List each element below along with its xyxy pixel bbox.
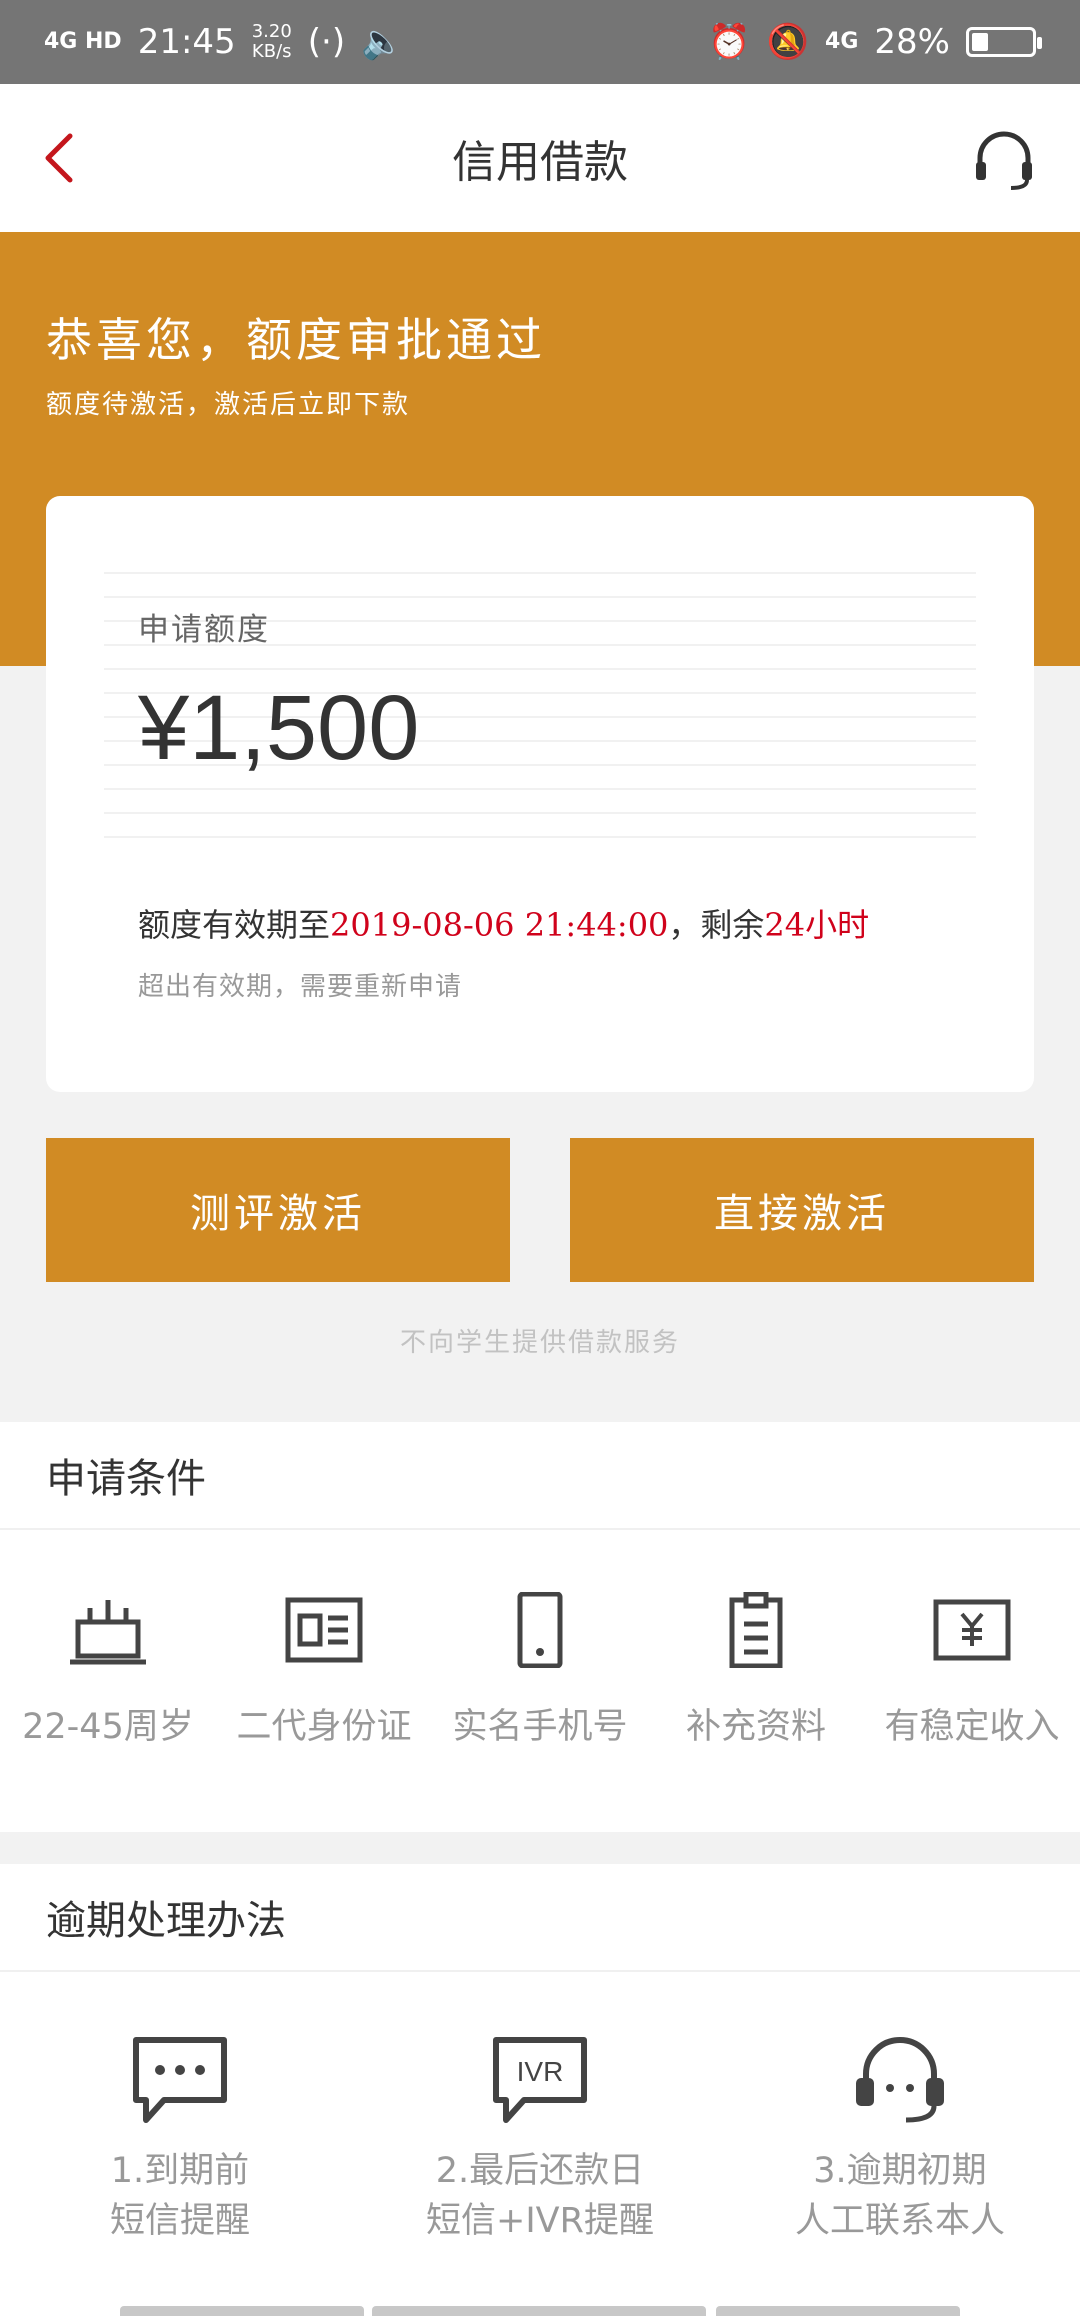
condition-item: 二代身份证 bbox=[216, 1592, 432, 1772]
bottom-tab-indicator bbox=[372, 2306, 706, 2316]
limit-amount: ¥1,500 bbox=[138, 677, 420, 779]
battery-percent: 28% bbox=[874, 22, 950, 62]
mute-icon: 🔈 bbox=[361, 22, 404, 62]
evaluate-activate-button[interactable]: 测评激活 bbox=[46, 1138, 510, 1282]
hotspot-icon: (·) bbox=[307, 22, 346, 62]
limit-label: 申请额度 bbox=[138, 612, 270, 648]
overdue-list: 1.到期前 短信提醒 IVR 2.最后还款日 短信+IVR提醒 3.逾期初期 人… bbox=[0, 2034, 1080, 2254]
conditions-section: 申请条件 22-45周岁 二代身份证 实名手机号 补充资料 有稳定收入 bbox=[0, 1422, 1080, 1832]
id-card-icon bbox=[285, 1597, 363, 1663]
approval-title: 恭喜您，额度审批通过 bbox=[46, 313, 546, 367]
condition-item: 补充资料 bbox=[648, 1592, 864, 1772]
conditions-list: 22-45周岁 二代身份证 实名手机号 补充资料 有稳定收入 bbox=[0, 1592, 1080, 1772]
condition-item: 实名手机号 bbox=[432, 1592, 648, 1772]
headset-icon bbox=[856, 2037, 944, 2123]
notification-off-icon: 🔕 bbox=[766, 22, 810, 62]
page-title: 信用借款 bbox=[452, 137, 628, 188]
cake-icon bbox=[70, 1600, 146, 1665]
conditions-title: 申请条件 bbox=[0, 1422, 1080, 1530]
headset-icon[interactable] bbox=[972, 128, 1036, 192]
chat-icon bbox=[133, 2037, 227, 2123]
overdue-item: 3.逾期初期 人工联系本人 bbox=[720, 2034, 1080, 2254]
bottom-tab-indicator bbox=[120, 2306, 364, 2316]
battery-icon bbox=[966, 27, 1042, 57]
overdue-item: IVR 2.最后还款日 短信+IVR提醒 bbox=[360, 2034, 720, 2254]
alarm-icon: ⏰ bbox=[708, 22, 751, 62]
student-disclaimer: 不向学生提供借款服务 bbox=[399, 1328, 680, 1358]
svg-text:IVR: IVR bbox=[517, 2056, 564, 2087]
credit-limit-card: 申请额度 ¥1,500 额度有效期至2019-08-06 21:44:00，剩余… bbox=[46, 496, 1034, 1092]
condition-item: 22-45周岁 bbox=[0, 1592, 216, 1772]
clipboard-icon bbox=[729, 1592, 783, 1668]
chevron-left-icon[interactable] bbox=[36, 126, 84, 190]
validity-note: 超出有效期，需要重新申请 bbox=[138, 972, 463, 1002]
approval-subtitle: 额度待激活，激活后立即下款 bbox=[46, 390, 411, 420]
validity-text: 额度有效期至2019-08-06 21:44:00，剩余24小时 bbox=[138, 906, 870, 944]
network-type: 4G bbox=[825, 29, 859, 54]
status-time: 21:45 bbox=[137, 22, 236, 62]
nav-bar: 信用借款 bbox=[0, 84, 1080, 232]
overdue-title: 逾期处理办法 bbox=[0, 1864, 1080, 1972]
overdue-item: 1.到期前 短信提醒 bbox=[0, 2034, 360, 2254]
income-icon bbox=[933, 1599, 1011, 1661]
ivr-icon: IVR bbox=[493, 2037, 587, 2123]
phone-icon bbox=[517, 1592, 563, 1668]
condition-item: 有稳定收入 bbox=[864, 1592, 1080, 1772]
validity-remaining: 24小时 bbox=[764, 906, 870, 944]
signal-indicator: 4G HD bbox=[44, 29, 122, 54]
bottom-tab-indicator bbox=[716, 2306, 960, 2316]
overdue-section: 逾期处理办法 1.到期前 短信提醒 IVR 2.最后还款日 短信+IVR提醒 3… bbox=[0, 1864, 1080, 2316]
status-bar: 4G HD 21:45 3.20 KB/s (·) 🔈 ⏰ 🔕 4G 28% bbox=[0, 0, 1080, 84]
validity-date: 2019-08-06 21:44:00 bbox=[330, 906, 669, 944]
network-speed: 3.20 KB/s bbox=[251, 21, 292, 62]
direct-activate-button[interactable]: 直接激活 bbox=[570, 1138, 1034, 1282]
